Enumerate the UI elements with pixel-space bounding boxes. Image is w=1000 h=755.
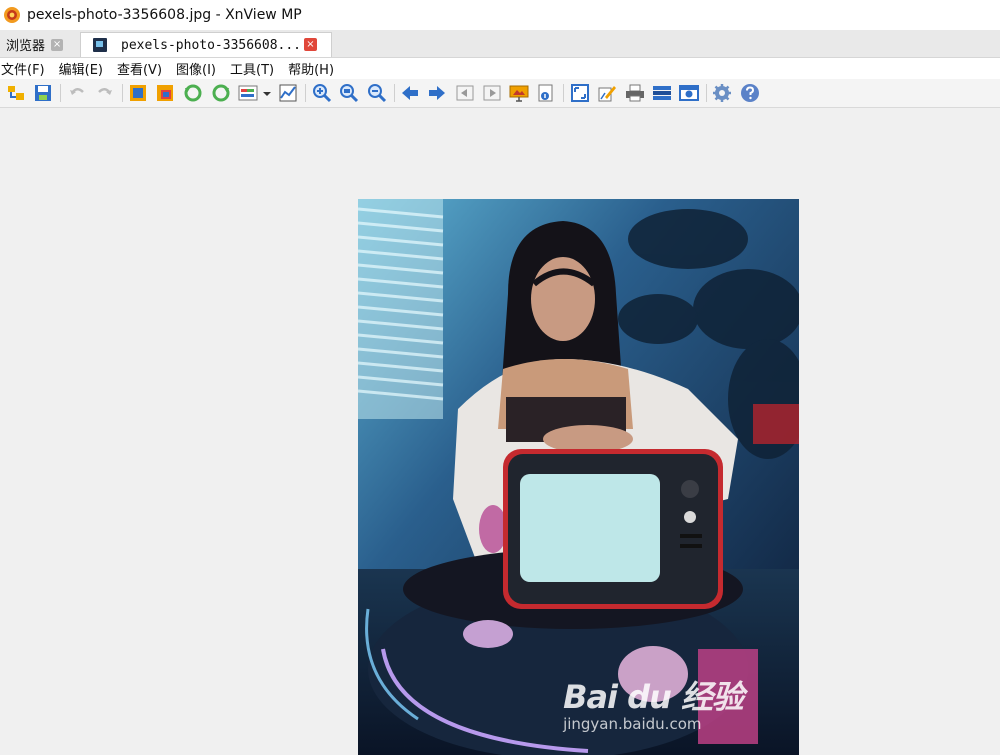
- print-icon[interactable]: [625, 83, 645, 103]
- menu-bar: 文件(F) 编辑(E) 查看(V) 图像(I) 工具(T) 帮助(H): [0, 58, 1000, 79]
- zoom-fit-icon[interactable]: [339, 83, 359, 103]
- save-icon[interactable]: [33, 83, 53, 103]
- title-bar: pexels-photo-3356608.jpg - XnView MP: [0, 0, 1000, 30]
- redo-icon[interactable]: [95, 83, 115, 103]
- menu-tools[interactable]: 工具(T): [230, 59, 281, 78]
- tab-browser-label: 浏览器: [6, 39, 46, 54]
- zoom-in-icon[interactable]: [312, 83, 332, 103]
- toolbar-separator: [60, 84, 61, 102]
- baidu-watermark: Bai du 经验 jingyan.baidu.com: [563, 672, 744, 733]
- first-icon[interactable]: [455, 83, 475, 103]
- help-icon[interactable]: [740, 83, 760, 103]
- watermark-brand: Bai du 经验: [563, 678, 744, 716]
- xnview-window: pexels-photo-3356608.jpg - XnView MP 浏览器…: [0, 0, 1000, 755]
- xnview-logo-icon: [4, 7, 20, 23]
- scanner-icon[interactable]: [652, 83, 672, 103]
- window-blinds: [358, 199, 444, 419]
- zoom-out-icon[interactable]: [367, 83, 387, 103]
- tab-photo[interactable]: pexels-photo-3356608... ×: [80, 32, 332, 57]
- rotate-right-icon[interactable]: [211, 83, 231, 103]
- browser-icon[interactable]: [6, 83, 26, 103]
- settings-icon[interactable]: [712, 83, 732, 103]
- menu-help[interactable]: 帮助(H): [288, 59, 341, 78]
- menu-image[interactable]: 图像(I): [176, 59, 223, 78]
- tab-bar: 浏览器 × pexels-photo-3356608... ×: [0, 30, 1000, 58]
- resize-icon[interactable]: [155, 83, 175, 103]
- undo-icon[interactable]: [67, 83, 87, 103]
- edit-icon[interactable]: [597, 83, 617, 103]
- toolbar-separator: [563, 84, 564, 102]
- photo-image[interactable]: Bai du 经验 jingyan.baidu.com: [358, 199, 799, 755]
- toolbar-separator: [394, 84, 395, 102]
- toolbar-separator: [305, 84, 306, 102]
- tab-browser[interactable]: 浏览器 ×: [0, 32, 78, 57]
- adjust-icon[interactable]: [238, 83, 258, 103]
- toolbar-separator: [122, 84, 123, 102]
- fullscreen-icon[interactable]: [570, 83, 590, 103]
- tab-browser-close-icon[interactable]: ×: [51, 38, 64, 51]
- menu-view[interactable]: 查看(V): [117, 59, 169, 78]
- adjust-dropdown-icon[interactable]: [261, 83, 273, 103]
- rotate-left-icon[interactable]: [183, 83, 203, 103]
- slideshow-icon[interactable]: [509, 83, 529, 103]
- toolbar: [0, 79, 1000, 108]
- previous-icon[interactable]: [400, 83, 420, 103]
- image-viewer[interactable]: Bai du 经验 jingyan.baidu.com: [0, 108, 1000, 755]
- image-thumbnail-icon: [93, 38, 107, 52]
- info-icon[interactable]: [536, 83, 556, 103]
- histogram-icon[interactable]: [278, 83, 298, 103]
- last-icon[interactable]: [482, 83, 502, 103]
- window-title: pexels-photo-3356608.jpg - XnView MP: [27, 7, 302, 23]
- capture-icon[interactable]: [679, 83, 699, 103]
- retro-tv: [503, 449, 723, 609]
- menu-file[interactable]: 文件(F): [1, 59, 52, 78]
- tab-photo-close-icon[interactable]: ×: [304, 38, 317, 51]
- next-icon[interactable]: [427, 83, 447, 103]
- toolbar-separator: [706, 84, 707, 102]
- tab-photo-label: pexels-photo-3356608...: [121, 37, 302, 53]
- crop-icon[interactable]: [128, 83, 148, 103]
- menu-edit[interactable]: 编辑(E): [59, 59, 110, 78]
